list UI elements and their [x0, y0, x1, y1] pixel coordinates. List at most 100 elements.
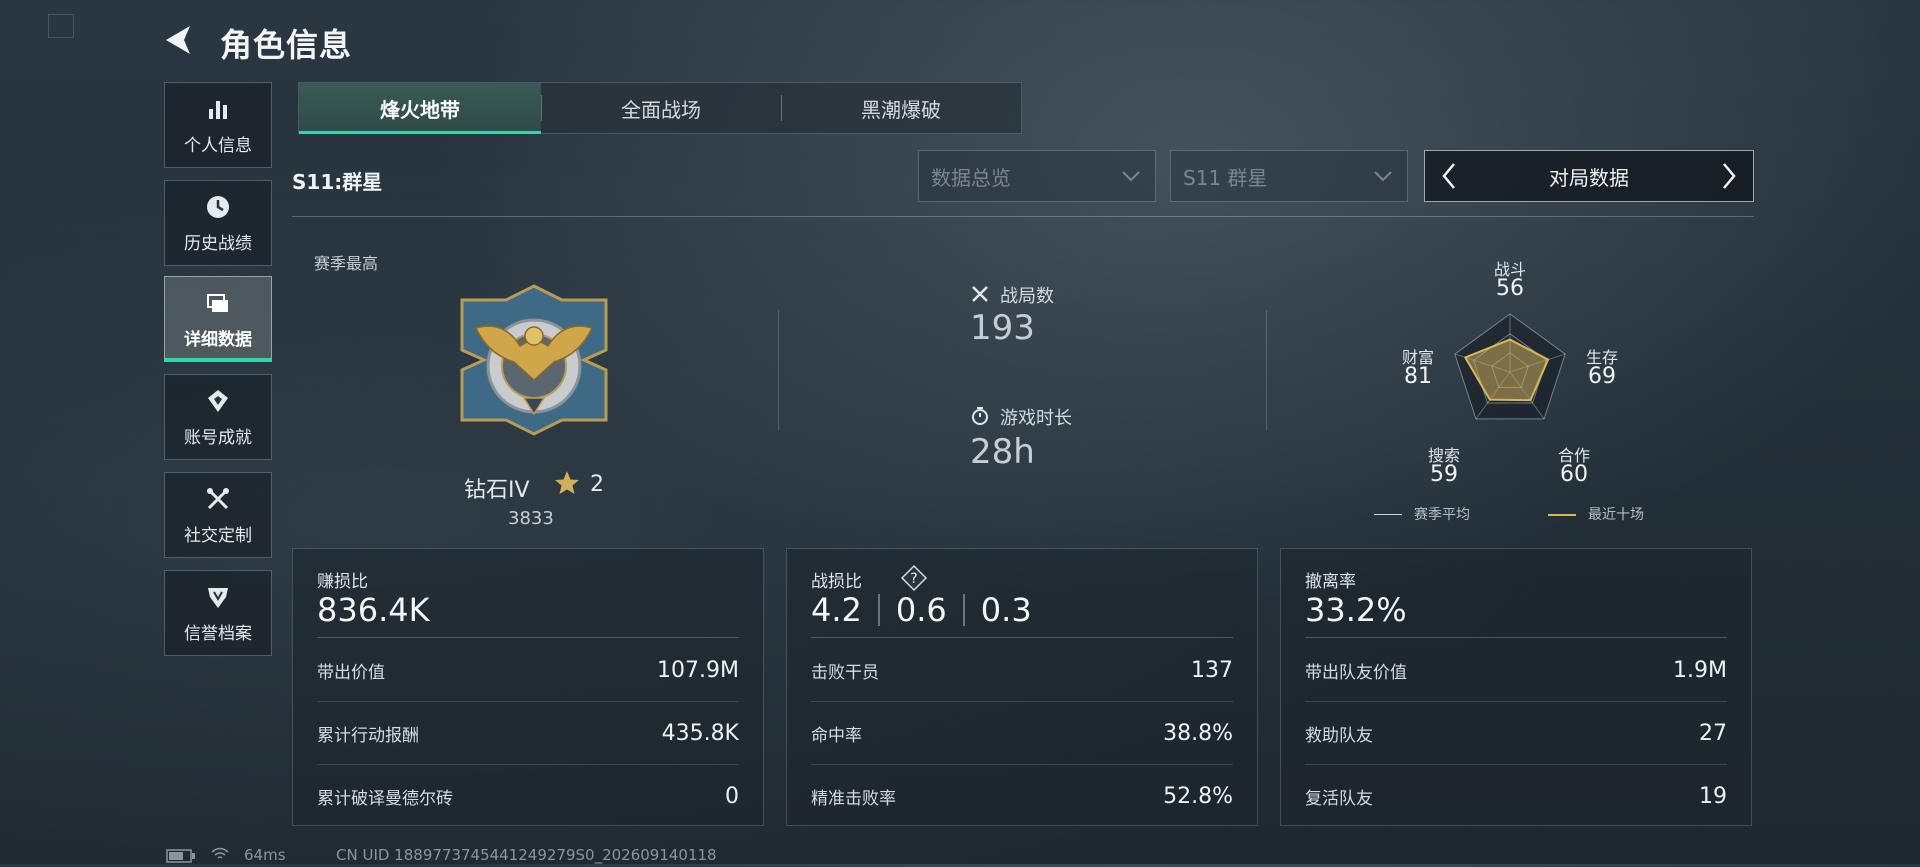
sidebar-item-label: 历史战绩 [184, 233, 252, 254]
sidebar-item-achievements[interactable]: 账号成就 [164, 374, 272, 460]
help-icon[interactable]: ? [899, 563, 929, 593]
rank-name: 钻石IV [464, 478, 530, 503]
row-value: 0 [725, 783, 739, 809]
bar-chart-icon [209, 100, 227, 119]
tab-firezone[interactable]: 烽火地带 [299, 83, 541, 134]
profit-card: 赚损比 836.4K 带出价值 107.9M 累计行动报酬 435.8K 累计破… [292, 548, 764, 826]
rank-badge-icon [454, 280, 614, 440]
list-item: 救助队友 27 [1305, 702, 1727, 765]
star-icon [554, 470, 580, 496]
season-value: S11 群星 [1183, 165, 1268, 190]
list-item: 带出队友价值 1.9M [1305, 639, 1727, 702]
chevron-down-icon [1122, 171, 1140, 182]
radar-value-survival: 69 [1588, 364, 1616, 389]
legend-recent-label: 最近十场 [1588, 507, 1644, 523]
row-value: 38.8% [1163, 720, 1233, 746]
extract-value: 33.2% [1305, 591, 1407, 629]
match-selector-label: 对局数据 [1549, 165, 1629, 190]
row-value: 107.9M [657, 657, 739, 683]
row-label: 救助队友 [1305, 725, 1373, 746]
combat-ratio-3: 0.3 [980, 591, 1032, 629]
sidebar-item-personal-info[interactable]: 个人信息 [164, 82, 272, 168]
row-value: 1.9M [1673, 657, 1727, 683]
value-divider [962, 594, 965, 626]
profit-label: 赚损比 [317, 572, 368, 592]
value-divider [877, 594, 880, 626]
vertical-divider [778, 310, 779, 430]
radar-value-wealth: 81 [1404, 364, 1432, 389]
list-item: 击败干员 137 [811, 639, 1233, 702]
combat-ratio-2: 0.6 [895, 591, 947, 629]
row-value: 19 [1699, 783, 1727, 809]
achievement-icon [208, 389, 228, 412]
row-value: 52.8% [1163, 783, 1233, 809]
row-value: 27 [1699, 720, 1727, 746]
combat-ratio-1: 4.2 [811, 591, 862, 629]
radar-chart [1454, 313, 1566, 420]
prev-arrow-icon[interactable] [1435, 156, 1463, 196]
season-dropdown[interactable]: S11 群星 [1170, 150, 1408, 202]
cards-icon [207, 293, 228, 312]
row-label: 击败干员 [811, 662, 879, 683]
sidebar-item-credit[interactable]: 信誉档案 [164, 570, 272, 656]
list-item: 累计行动报酬 435.8K [317, 702, 739, 765]
corner-frame [48, 14, 74, 38]
match-data-selector: 对局数据 [1424, 150, 1754, 202]
row-label: 精准击败率 [811, 788, 896, 809]
matches-value: 193 [970, 308, 1035, 348]
sidebar-item-label: 信誉档案 [184, 623, 252, 644]
legend-avg-label: 赛季平均 [1414, 507, 1470, 523]
list-item: 带出价值 107.9M [317, 639, 739, 702]
row-value: 137 [1191, 657, 1233, 683]
season-best-label: 赛季最高 [314, 254, 379, 273]
row-label: 带出队友价值 [1305, 662, 1407, 683]
data-type-dropdown[interactable]: 数据总览 [918, 150, 1156, 202]
playtime-label: 游戏时长 [1000, 408, 1072, 429]
list-item: 精准击败率 52.8% [811, 765, 1233, 827]
sidebar-item-label: 账号成就 [184, 427, 252, 448]
sidebar-item-detailed-data[interactable]: 详细数据 [164, 276, 272, 362]
legend-avg-line [1374, 514, 1402, 515]
radar-value-search: 59 [1430, 462, 1458, 487]
uid-text: CN UID 1889773745441249279S0_20260914011… [336, 846, 717, 864]
vertical-divider [1266, 310, 1267, 430]
rank-star-count: 2 [590, 472, 604, 497]
row-label: 复活队友 [1305, 788, 1373, 809]
svg-text:?: ? [910, 571, 917, 587]
legend-recent-line [1548, 514, 1576, 516]
profit-value: 836.4K [317, 591, 430, 629]
ping-value: 64ms [244, 846, 286, 864]
sidebar-item-social[interactable]: 社交定制 [164, 472, 272, 558]
row-label: 带出价值 [317, 662, 385, 683]
row-label: 累计破译曼德尔砖 [317, 788, 453, 809]
wifi-icon [210, 846, 230, 866]
radar-value-cooperation: 60 [1560, 462, 1588, 487]
clock-icon [207, 195, 229, 218]
radar-value-combat: 56 [1496, 276, 1524, 301]
next-arrow-icon[interactable] [1715, 156, 1743, 196]
combat-label: 战损比 [811, 572, 862, 592]
stopwatch-icon [970, 406, 990, 430]
season-title: S11:群星 [292, 170, 383, 194]
tab-black-tide[interactable]: 黑潮爆破 [781, 83, 1021, 133]
section-divider [292, 216, 1754, 217]
combat-ratio-values: 4.2 0.6 0.3 [811, 591, 1032, 629]
matches-label: 战局数 [1000, 286, 1054, 307]
row-value: 435.8K [661, 720, 739, 746]
chevron-down-icon [1374, 171, 1392, 182]
list-item: 复活队友 19 [1305, 765, 1727, 827]
mode-tabs: 烽火地带 全面战场 黑潮爆破 [298, 82, 1022, 134]
data-type-value: 数据总览 [931, 165, 1011, 190]
page-title: 角色信息 [220, 26, 353, 64]
tab-full-battlefield[interactable]: 全面战场 [541, 83, 781, 133]
back-arrow-icon[interactable] [160, 22, 200, 58]
crossed-swords-icon [970, 284, 990, 308]
rank-score: 3833 [508, 508, 554, 529]
sidebar-item-history[interactable]: 历史战绩 [164, 180, 272, 266]
sidebar-item-label: 个人信息 [184, 135, 252, 156]
tools-icon [207, 487, 229, 509]
combat-card: 战损比 ? 4.2 0.6 0.3 击败干员 137 命中率 38.8% 精准击… [786, 548, 1258, 826]
extract-label: 撤离率 [1305, 572, 1356, 592]
sidebar-item-label: 详细数据 [184, 329, 252, 350]
row-label: 命中率 [811, 725, 862, 746]
